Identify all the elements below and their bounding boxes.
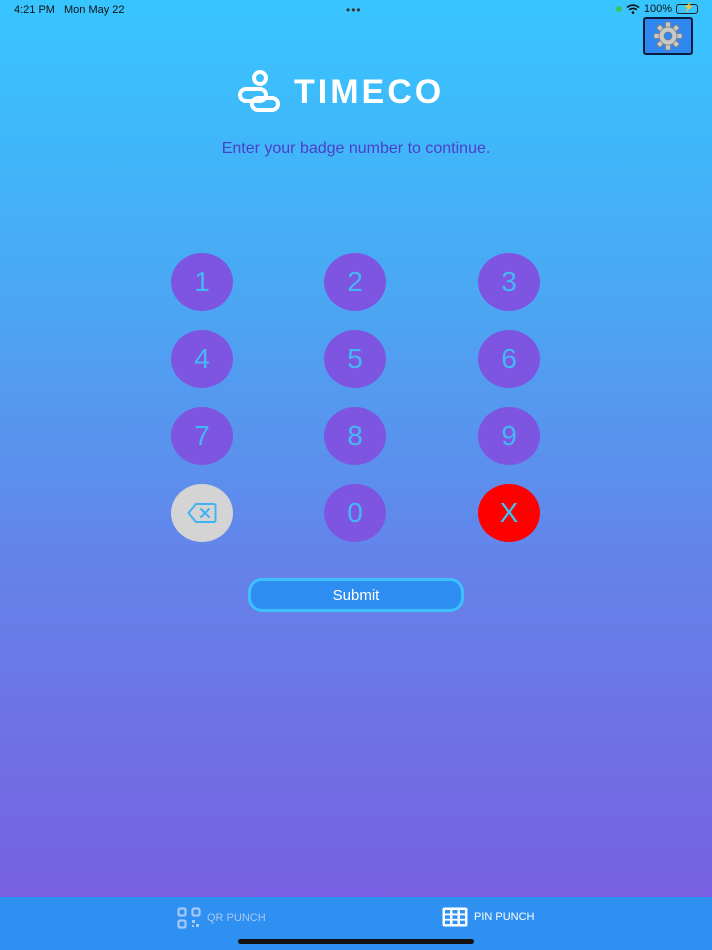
key-2[interactable]: 2 <box>324 253 386 311</box>
link-logo-icon <box>238 70 280 112</box>
wifi-icon <box>626 4 640 14</box>
keypad-grid-icon <box>442 907 468 927</box>
brand-name: TIMECO <box>294 72 445 111</box>
key-6[interactable]: 6 <box>478 330 540 388</box>
backspace-key[interactable] <box>171 484 233 542</box>
clear-key[interactable]: X <box>478 484 540 542</box>
qr-code-icon <box>177 907 201 929</box>
settings-button[interactable] <box>643 17 693 55</box>
status-date: Mon May 22 <box>64 4 125 16</box>
tab-qr-label: QR PUNCH <box>207 912 266 924</box>
key-0[interactable]: 0 <box>324 484 386 542</box>
multitasking-dots-icon[interactable]: ••• <box>346 3 362 17</box>
tab-pin-punch[interactable]: PIN PUNCH <box>442 907 535 927</box>
key-1[interactable]: 1 <box>171 253 233 311</box>
timeco-logo: TIMECO <box>236 68 476 116</box>
battery-percent: 100% <box>643 3 672 15</box>
key-8[interactable]: 8 <box>324 407 386 465</box>
battery-icon: ⚡ <box>676 2 698 14</box>
tab-pin-label: PIN PUNCH <box>474 911 535 923</box>
status-right: 100% ⚡ <box>615 2 698 15</box>
camera-indicator-icon <box>615 6 622 12</box>
key-9[interactable]: 9 <box>478 407 540 465</box>
tab-qr-punch[interactable]: QR PUNCH <box>177 907 266 929</box>
gear-icon <box>653 21 683 51</box>
status-time: 4:21 PM <box>14 4 55 16</box>
key-7[interactable]: 7 <box>171 407 233 465</box>
submit-button[interactable]: Submit <box>248 578 464 612</box>
key-3[interactable]: 3 <box>478 253 540 311</box>
key-4[interactable]: 4 <box>171 330 233 388</box>
status-bar: 4:21 PM Mon May 22 ••• 100% ⚡ <box>0 0 712 20</box>
backspace-icon <box>187 503 217 523</box>
home-indicator[interactable] <box>238 939 474 944</box>
key-5[interactable]: 5 <box>324 330 386 388</box>
badge-prompt: Enter your badge number to continue. <box>221 140 491 157</box>
